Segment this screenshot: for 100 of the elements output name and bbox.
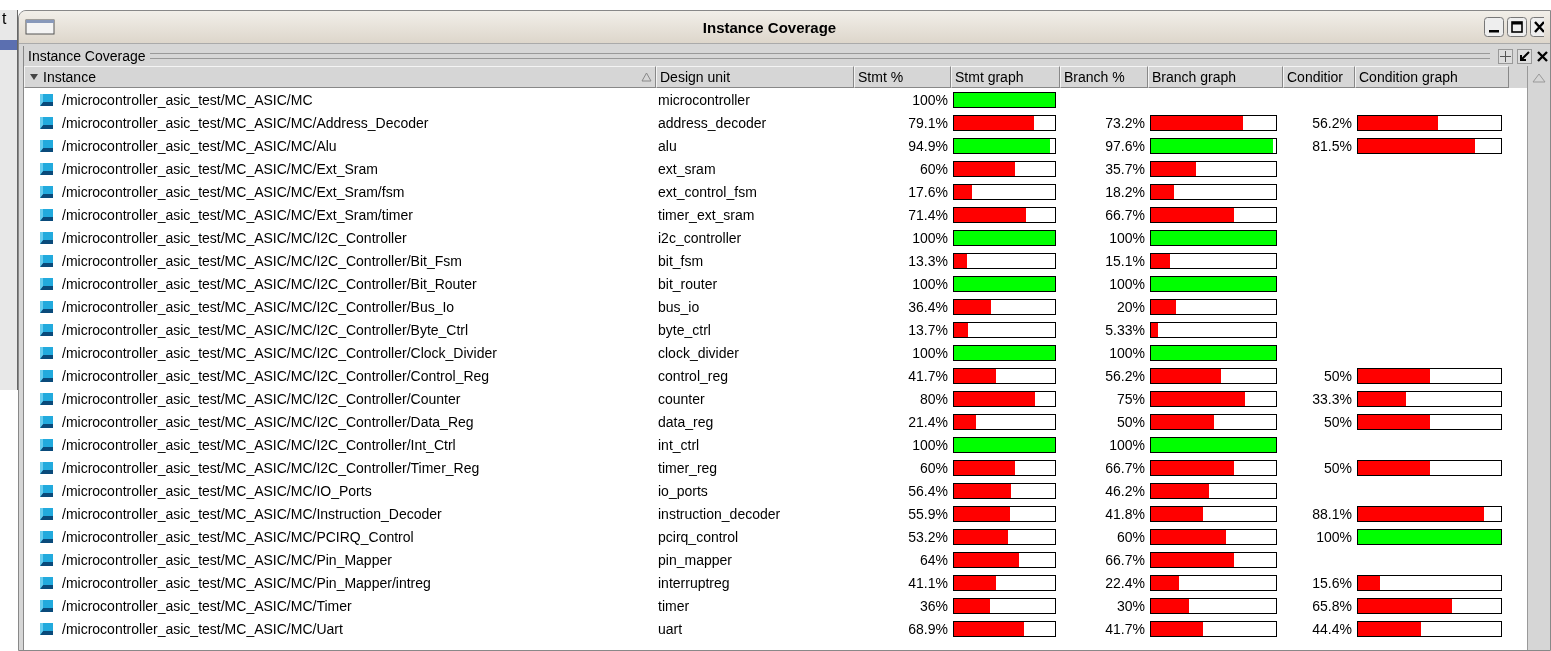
instance-path[interactable]: /microcontroller_asic_test/MC_ASIC/MC/I2C_Controller/Control_Reg [62, 367, 490, 384]
coverage-percent: 33.3% [1312, 390, 1352, 407]
instance-icon [38, 253, 54, 268]
design-unit: instruction_decoder [657, 505, 781, 522]
coverage-percent: 66.7% [1105, 206, 1145, 223]
design-unit: uart [657, 620, 683, 637]
column-header[interactable]: Branch % [1060, 66, 1148, 88]
design-unit: ext_sram [657, 160, 716, 177]
instance-icon [38, 368, 54, 383]
maximize-icon[interactable] [1507, 17, 1527, 37]
coverage-percent: 44.4% [1312, 620, 1352, 637]
instance-path[interactable]: /microcontroller_asic_test/MC_ASIC/MC/I2C_Controller/Bit_Router [62, 275, 477, 292]
column-header[interactable]: Instance [24, 66, 656, 88]
design-unit: bus_io [657, 298, 700, 315]
design-unit: microcontroller [657, 91, 750, 108]
coverage-percent: 50% [1323, 367, 1352, 384]
instance-path[interactable]: /microcontroller_asic_test/MC_ASIC/MC/I2C_Controller [62, 229, 407, 246]
instance-icon [38, 529, 54, 544]
coverage-percent: 100% [912, 229, 948, 246]
coverage-percent: 36% [919, 597, 948, 614]
instance-icon [38, 391, 54, 406]
close-icon[interactable] [1536, 48, 1548, 64]
coverage-percent: 60% [1116, 528, 1145, 545]
column-header[interactable]: Conditior [1283, 66, 1355, 88]
instance-path[interactable]: /microcontroller_asic_test/MC_ASIC/MC/I2C_Controller/Byte_Ctrl [62, 321, 469, 338]
instance-path[interactable]: /microcontroller_asic_test/MC_ASIC/MC/PCIRQ_Control [62, 528, 414, 545]
instance-path[interactable]: /microcontroller_asic_test/MC_ASIC/MC/I2C_Controller/Bit_Fsm [62, 252, 462, 269]
coverage-percent: 100% [912, 91, 948, 108]
coverage-percent: 100% [1109, 275, 1145, 292]
design-unit: timer_reg [657, 459, 718, 476]
instance-icon [38, 621, 54, 636]
coverage-percent: 94.9% [908, 137, 948, 154]
instance-icon [38, 207, 54, 222]
close-icon[interactable] [1530, 17, 1544, 37]
coverage-percent: 60% [919, 459, 948, 476]
coverage-percent: 21.4% [908, 413, 948, 430]
instance-path[interactable]: /microcontroller_asic_test/MC_ASIC/MC/Pin_Mapper [62, 551, 392, 568]
coverage-percent: 13.3% [908, 252, 948, 269]
column-header[interactable]: Branch graph [1148, 66, 1283, 88]
coverage-percent: 53.2% [908, 528, 948, 545]
coverage-percent: 65.8% [1312, 597, 1352, 614]
coverage-percent: 18.2% [1105, 183, 1145, 200]
instance-path[interactable]: /microcontroller_asic_test/MC_ASIC/MC/I2C_Controller/Counter [62, 390, 461, 407]
coverage-percent: 97.6% [1105, 137, 1145, 154]
instance-icon [38, 299, 54, 314]
column-header[interactable]: Design unit [656, 66, 854, 88]
coverage-percent: 5.33% [1105, 321, 1145, 338]
scrollbar[interactable] [1527, 66, 1550, 650]
instance-path[interactable]: /microcontroller_asic_test/MC_ASIC/MC/I2C_Controller/Data_Reg [62, 413, 474, 430]
minimize-icon[interactable] [1484, 17, 1504, 37]
coverage-percent: 79.1% [908, 114, 948, 131]
coverage-percent: 41.8% [1105, 505, 1145, 522]
instance-path[interactable]: /microcontroller_asic_test/MC_ASIC/MC/Ext_Sram/timer [62, 206, 413, 223]
move-icon[interactable] [1498, 48, 1513, 64]
design-unit: counter [657, 390, 705, 407]
undock-icon[interactable] [1517, 48, 1532, 64]
coverage-percent: 68.9% [908, 620, 948, 637]
instance-path[interactable]: /microcontroller_asic_test/MC_ASIC/MC/I2C_Controller/Clock_Divider [62, 344, 497, 361]
design-unit: timer [657, 597, 690, 614]
instance-icon [38, 230, 54, 245]
coverage-percent: 66.7% [1105, 459, 1145, 476]
coverage-percent: 41.1% [908, 574, 948, 591]
coverage-percent: 36.4% [908, 298, 948, 315]
coverage-percent: 100% [1109, 229, 1145, 246]
instance-path[interactable]: /microcontroller_asic_test/MC_ASIC/MC/Pin_Mapper/intreg [62, 574, 431, 591]
coverage-percent: 100% [1109, 344, 1145, 361]
window-menu-icon[interactable] [25, 19, 55, 35]
coverage-percent: 30% [1116, 597, 1145, 614]
instance-path[interactable]: /microcontroller_asic_test/MC_ASIC/MC/Uart [62, 620, 343, 637]
window-text: t [1, 10, 8, 28]
coverage-percent: 81.5% [1312, 137, 1352, 154]
coverage-percent: 100% [912, 344, 948, 361]
coverage-percent: 50% [1323, 413, 1352, 430]
instance-path[interactable]: /microcontroller_asic_test/MC_ASIC/MC/I2C_Controller/Int_Ctrl [62, 436, 456, 453]
instance-path[interactable]: /microcontroller_asic_test/MC_ASIC/MC/I2C_Controller/Bus_Io [62, 298, 455, 315]
design-unit: pcirq_control [657, 528, 739, 545]
column-header[interactable]: Stmt % [854, 66, 951, 88]
design-unit: bit_router [657, 275, 718, 292]
coverage-percent: 41.7% [908, 367, 948, 384]
design-unit: data_reg [657, 413, 714, 430]
instance-path[interactable]: /microcontroller_asic_test/MC_ASIC/MC/Address_Decoder [62, 114, 429, 131]
coverage-percent: 50% [1116, 413, 1145, 430]
instance-path[interactable]: /microcontroller_asic_test/MC_ASIC/MC/Ext_Sram/fsm [62, 183, 405, 200]
pane-title: Instance Coverage [28, 48, 146, 64]
instance-path[interactable]: /microcontroller_asic_test/MC_ASIC/MC/Ext_Sram [62, 160, 378, 177]
design-unit: clock_divider [657, 344, 739, 361]
instance-path[interactable]: /microcontroller_asic_test/MC_ASIC/MC/Alu [62, 137, 337, 154]
design-unit: pin_mapper [657, 551, 732, 568]
column-header[interactable]: Stmt graph [951, 66, 1060, 88]
instance-icon [38, 115, 54, 130]
instance-path[interactable]: /microcontroller_asic_test/MC_ASIC/MC/IO_Ports [62, 482, 372, 499]
coverage-percent: 56.4% [908, 482, 948, 499]
coverage-percent: 66.7% [1105, 551, 1145, 568]
column-header[interactable]: Condition graph [1355, 66, 1509, 88]
instance-path[interactable]: /microcontroller_asic_test/MC_ASIC/MC/Timer [62, 597, 352, 614]
instance-path[interactable]: /microcontroller_asic_test/MC_ASIC/MC/I2C_Controller/Timer_Reg [62, 459, 480, 476]
coverage-percent: 50% [1323, 459, 1352, 476]
coverage-percent: 13.7% [908, 321, 948, 338]
instance-path[interactable]: /microcontroller_asic_test/MC_ASIC/MC [62, 91, 313, 108]
instance-path[interactable]: /microcontroller_asic_test/MC_ASIC/MC/Instruction_Decoder [62, 505, 442, 522]
